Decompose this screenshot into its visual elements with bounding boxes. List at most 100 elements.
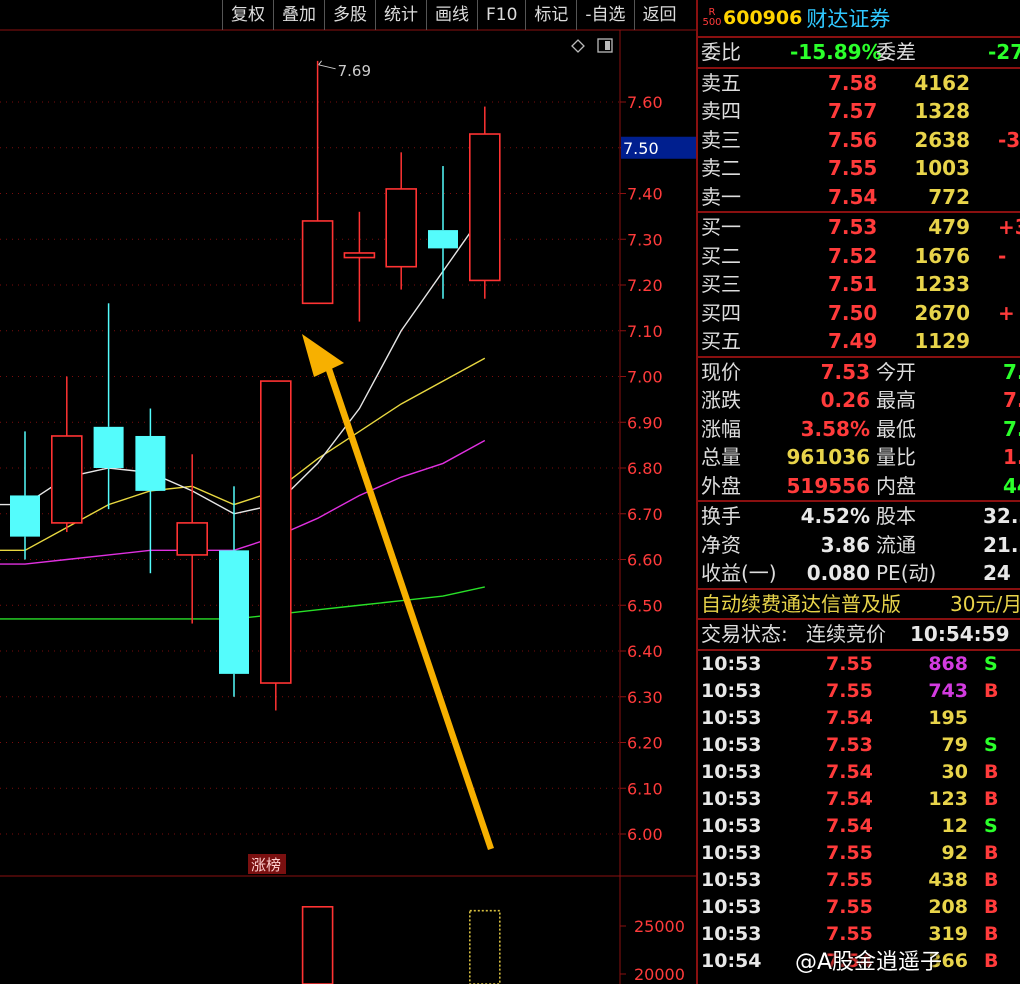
- price-tick-label: 7.30: [627, 230, 663, 249]
- weibi-value: -15.89%: [790, 40, 882, 64]
- bid-level: 买四 7.50 2670 +: [698, 299, 1020, 328]
- trade-status-row: 交易状态: 连续竞价 10:54:59: [698, 620, 1020, 651]
- toolbar-button-5[interactable]: F10: [477, 0, 525, 30]
- level-label: 买五: [701, 329, 741, 353]
- toolbar-button-1[interactable]: 叠加: [273, 0, 324, 30]
- ask-level: 卖二 7.55 1003: [698, 154, 1020, 183]
- volume-bar: [468, 909, 501, 984]
- level-label: 卖五: [701, 70, 741, 95]
- level-change: +: [998, 300, 1015, 325]
- level-volume: 4162: [914, 70, 970, 95]
- stat-value: 7.: [1003, 359, 1020, 384]
- fund-label: 换手: [701, 504, 741, 528]
- tick-time: 10:53: [701, 706, 762, 729]
- diamond-icon: [571, 39, 585, 53]
- candle-body: [93, 426, 124, 468]
- stat-label: 量比: [876, 445, 916, 469]
- tick-price: 7.54: [826, 814, 873, 837]
- tick-side: B: [984, 841, 999, 864]
- tick-side: B: [984, 787, 999, 810]
- watermark: @A股金逍遥子: [795, 950, 943, 975]
- tick-time: 10:53: [701, 895, 762, 918]
- tick-time: 10:53: [701, 733, 762, 756]
- stat-value: 961036: [786, 445, 871, 469]
- price-axis: 7.60 7.50 7.40 7.30 7.20 7.10 7.00 6.90 6.80 6.70…: [620, 93, 696, 844]
- candle-body: [343, 252, 376, 259]
- level-label: 卖二: [701, 156, 741, 180]
- level-price: 7.53: [828, 215, 878, 239]
- tick-time: 10:54: [701, 949, 762, 972]
- ad-banner[interactable]: 自动续费通达信普及版 30元/月: [698, 590, 1020, 620]
- candle-body: [301, 220, 334, 305]
- tick-side: B: [984, 679, 999, 702]
- weibi-row: 委比 -15.89% 委差 -27: [698, 38, 1020, 69]
- fund-value: 24: [983, 561, 1011, 585]
- tick-price: 7.55: [826, 679, 873, 702]
- level-label: 买四: [701, 300, 741, 325]
- fundamental-stats: 换手 4.52%股本 32.5 净资 3.86流通 21.2 收益(一) 0.080PE(动)…: [698, 502, 1020, 590]
- tick-list[interactable]: 10:53 7.55 868 S 10:53 7.55 743 B 10:53 7.54 195 10…: [698, 651, 1020, 975]
- price-tick-label: 6.00: [627, 825, 663, 844]
- level-label: 卖四: [701, 99, 741, 123]
- stat-value: 0.26: [820, 388, 870, 412]
- tick-side: S: [984, 733, 998, 756]
- fund-value: 3.86: [820, 532, 870, 557]
- rank-number: 500: [702, 17, 722, 28]
- candlesticks[interactable]: [10, 60, 501, 711]
- price-tick-label: 6.60: [627, 551, 663, 570]
- tick-row: 10:53 7.53 79 S: [698, 732, 1020, 759]
- price-tick-label: 7.20: [627, 276, 663, 295]
- fund-value: 4.52%: [800, 504, 870, 528]
- stock-header[interactable]: R 500 600906 财达证券: [698, 0, 1020, 38]
- tick-time: 10:53: [701, 652, 762, 675]
- tick-volume: 195: [928, 706, 968, 729]
- tick-side: S: [984, 652, 998, 675]
- tick-row: 10:53 7.55 92 B: [698, 840, 1020, 867]
- panel-toggle-icon-fill: [605, 41, 610, 50]
- fund-label: 股本: [876, 504, 916, 528]
- fund-row: 净资 3.86流通 21.2: [698, 531, 1020, 560]
- level-price: 7.54: [828, 184, 878, 209]
- tick-side: B: [984, 922, 999, 945]
- toolbar-button-2[interactable]: 多股: [324, 0, 375, 30]
- tick-time: 10:53: [701, 760, 762, 783]
- ask-book: 卖五 7.58 4162 卖四 7.57 1328 卖三 7.56 2638 -3 卖二 7.55 10…: [698, 69, 1020, 213]
- ask-level: 卖四 7.57 1328: [698, 97, 1020, 126]
- tick-side: B: [984, 760, 999, 783]
- kline-chart[interactable]: 7.60 7.50 7.40 7.30 7.20 7.10 7.00 6.90 6.80 6.70…: [0, 0, 696, 984]
- ask-level: 卖一 7.54 772: [698, 183, 1020, 212]
- level-volume: 1003: [914, 156, 970, 180]
- level-label: 卖一: [701, 184, 741, 209]
- toolbar-button-4[interactable]: 画线: [426, 0, 477, 30]
- tick-volume: 30: [941, 760, 968, 783]
- toolbar-button-3[interactable]: 统计: [375, 0, 426, 30]
- toolbar-button-7[interactable]: -自选: [576, 0, 633, 30]
- toolbar-button-8[interactable]: 返回: [633, 0, 685, 30]
- price-tick-label: 6.70: [627, 505, 663, 524]
- stat-row: 现价 7.53今开 7.: [698, 358, 1020, 387]
- tick-row: 10:53 7.55 868 S: [698, 651, 1020, 678]
- toolbar-button-0[interactable]: 复权: [222, 0, 273, 30]
- stat-row: 涨跌 0.26最高 7.: [698, 386, 1020, 415]
- stat-row: 涨幅 3.58%最低 7.: [698, 415, 1020, 444]
- ad-text: 自动续费通达信普及版: [701, 591, 901, 616]
- weicha-value: -27: [988, 40, 1020, 64]
- status-label: 交易状态:: [701, 622, 788, 646]
- stat-label: 内盘: [876, 473, 916, 498]
- stock-name: 财达证券: [806, 7, 891, 31]
- stat-label: 外盘: [701, 473, 741, 498]
- status-value: 连续竞价: [806, 622, 886, 646]
- fund-row: 换手 4.52%股本 32.5: [698, 502, 1020, 531]
- candle-body: [10, 495, 40, 537]
- tick-row: 10:53 7.54 30 B: [698, 759, 1020, 786]
- level-label: 买一: [701, 215, 741, 239]
- level-change: -: [998, 243, 1007, 268]
- tick-price: 7.55: [826, 895, 873, 918]
- tick-side: B: [984, 895, 999, 918]
- bid-book: 买一 7.53 479 +3 买二 7.52 1676 - 买三 7.51 1233 买四 7.50 26…: [698, 213, 1020, 358]
- level-volume: 772: [928, 184, 970, 209]
- ad-price: 30元/月: [950, 591, 1020, 616]
- stat-row: 总量 961036量比 1.: [698, 443, 1020, 472]
- toolbar-button-6[interactable]: 标记: [525, 0, 576, 30]
- level-volume: 1676: [914, 243, 970, 268]
